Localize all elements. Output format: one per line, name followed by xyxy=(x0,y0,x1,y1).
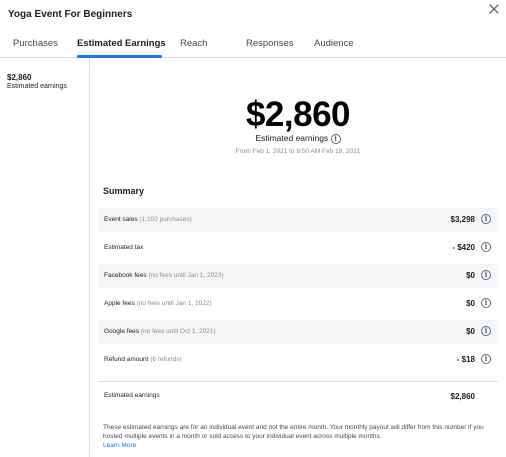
row-value: $0 xyxy=(466,299,475,308)
info-icon[interactable]: i xyxy=(481,354,491,364)
row-label: Google fees xyxy=(104,328,140,335)
row-note: (no fees until Oct 1, 2021) xyxy=(140,328,216,335)
row-value: $3,298 xyxy=(450,215,475,224)
info-icon[interactable]: i xyxy=(330,133,341,144)
info-icon[interactable]: i xyxy=(481,214,491,224)
row-label: Apple fees xyxy=(104,300,135,307)
tab-audience[interactable]: Audience xyxy=(314,38,354,49)
info-icon[interactable]: i xyxy=(481,242,491,252)
row-label: Event sales xyxy=(104,216,138,223)
row-note: (6 refunds) xyxy=(150,356,182,363)
tab-estimated-earnings[interactable]: Estimated Earnings xyxy=(77,38,166,49)
tab-purchases[interactable]: Purchases xyxy=(13,38,58,49)
sidebar-amount: $2,860 xyxy=(7,73,32,82)
earnings-amount: $2,860 xyxy=(245,95,351,134)
date-range: From Feb 1, 2021 to 9:50 AM Feb 19, 2021 xyxy=(235,148,361,155)
tab-responses[interactable]: Responses xyxy=(246,38,294,49)
row-note: (1,103 purchases) xyxy=(139,216,192,223)
summary-row-refund-amount: Refund amount (6 refunds) - $18 i xyxy=(98,348,498,372)
earnings-label-text: Estimated earnings xyxy=(255,133,329,143)
summary-row-google-fees: Google fees (no fees until Oct 1, 2021) … xyxy=(98,320,498,344)
row-label: Facebook fees xyxy=(104,272,147,279)
row-label: Estimated tax xyxy=(104,244,144,251)
event-title: Yoga Event For Beginners xyxy=(8,9,133,20)
info-icon[interactable]: i xyxy=(481,326,491,336)
info-icon[interactable]: i xyxy=(481,298,491,308)
total-value: $2,860 xyxy=(450,392,475,401)
tab-reach[interactable]: Reach xyxy=(180,38,207,49)
summary-divider xyxy=(98,381,498,382)
row-note: (no fees until Jan 1, 2022) xyxy=(136,300,212,307)
earnings-disclaimer: These estimated earnings are for an indi… xyxy=(103,424,484,440)
sidebar-label: Estimated earnings xyxy=(7,83,67,90)
earnings-label: Estimated earnings i xyxy=(90,133,506,144)
row-note: (no fees until Jan 1, 2023) xyxy=(148,272,224,279)
summary-row-facebook-fees: Facebook fees (no fees until Jan 1, 2023… xyxy=(98,264,498,288)
total-label: Estimated earnings xyxy=(104,392,160,399)
summary-row-apple-fees: Apple fees (no fees until Jan 1, 2022) $… xyxy=(98,292,498,316)
row-value: $0 xyxy=(466,271,475,280)
close-icon[interactable] xyxy=(487,2,501,16)
info-icon[interactable]: i xyxy=(481,270,491,280)
learn-more-link[interactable]: Learn More xyxy=(103,442,136,449)
sidebar: $2,860 Estimated earnings xyxy=(0,58,90,457)
summary-row-estimated-tax: Estimated tax - $420 i xyxy=(98,236,498,260)
row-label: Refund amount xyxy=(104,356,149,363)
row-value: - $420 xyxy=(452,243,475,252)
row-value: - $18 xyxy=(456,355,475,364)
summary-heading: Summary xyxy=(103,186,145,196)
dialog-header: Yoga Event For Beginners xyxy=(0,0,506,30)
summary-row-event-sales: Event sales (1,103 purchases) $3,298 i xyxy=(98,208,498,232)
tab-bar: Purchases Estimated Earnings Reach Respo… xyxy=(0,30,506,58)
row-value: $0 xyxy=(466,327,475,336)
